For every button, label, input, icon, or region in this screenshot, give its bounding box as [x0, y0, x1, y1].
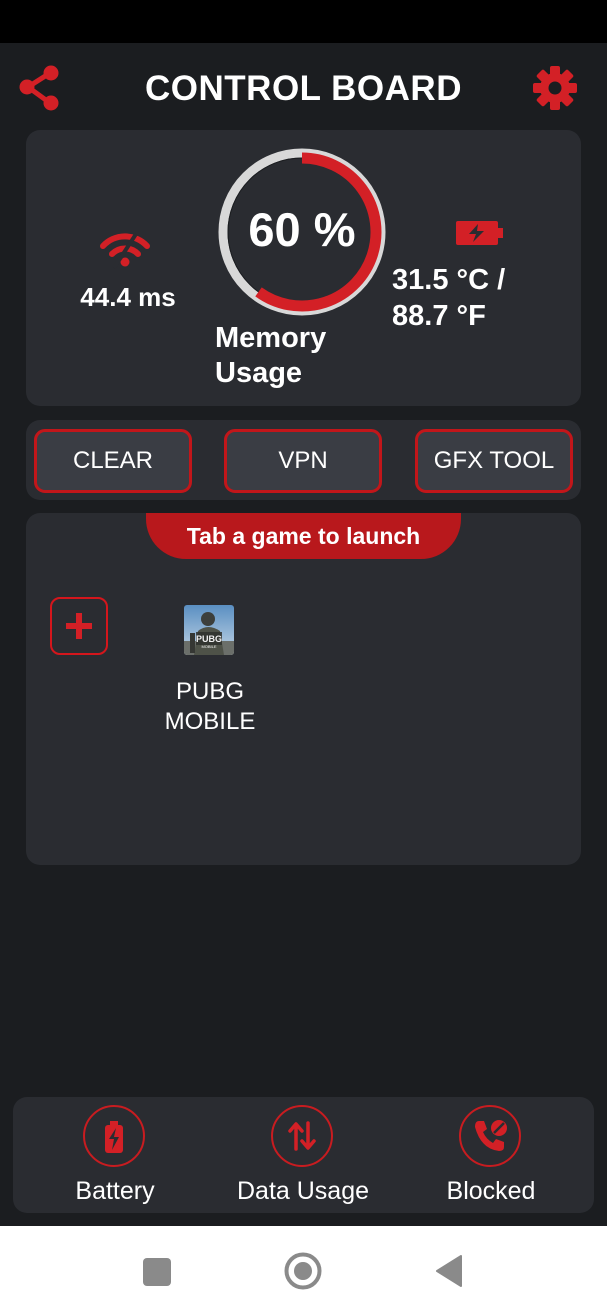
clear-button[interactable]: CLEAR: [34, 429, 192, 493]
data-nav-circle: [271, 1105, 333, 1167]
game-name-line1: PUBG: [175, 678, 244, 705]
nav-battery[interactable]: Battery: [25, 1105, 205, 1205]
blocked-nav-circle: [459, 1105, 521, 1167]
svg-text:PUBG: PUBG: [196, 634, 222, 644]
games-card: Tab a game to launch PUBG MOBILE PUBG MO…: [26, 513, 581, 865]
ping-value: 44.4 ms: [80, 282, 176, 312]
recent-apps-button[interactable]: [143, 1258, 171, 1286]
battery-nav-circle: [83, 1105, 145, 1167]
settings-button[interactable]: [532, 65, 578, 111]
wifi-off-icon: [100, 232, 150, 270]
battery-charging-icon: [105, 1121, 123, 1153]
ping-widget: [99, 230, 151, 270]
gear-icon: [533, 66, 577, 110]
add-game-button[interactable]: [50, 597, 108, 655]
app-header: CONTROL BOARD: [0, 43, 607, 133]
page-title: CONTROL BOARD: [145, 69, 462, 108]
vpn-button[interactable]: VPN: [224, 429, 382, 493]
home-button[interactable]: [284, 1252, 322, 1290]
game-name: PUBG MOBILE: [144, 677, 276, 737]
nav-battery-label: Battery: [75, 1177, 155, 1205]
game-icon: PUBG MOBILE: [184, 605, 234, 655]
memory-percent: 60 %: [248, 203, 356, 256]
temperature-widget: [456, 221, 504, 245]
stats-card: 44.4 ms 60 % Memory Usage 31.5 °C / 88.7…: [26, 130, 581, 406]
nav-blocked[interactable]: Blocked: [401, 1105, 581, 1205]
square-icon: [143, 1258, 171, 1286]
back-triangle-icon: [436, 1255, 462, 1287]
gfx-tool-button[interactable]: GFX TOOL: [415, 429, 573, 493]
game-name-line2: MOBILE: [164, 708, 256, 735]
blocked-call-icon: [475, 1120, 507, 1151]
svg-text:MOBILE: MOBILE: [201, 644, 216, 649]
back-button[interactable]: [435, 1254, 463, 1288]
home-circle-icon: [284, 1252, 322, 1290]
data-transfer-icon: [288, 1121, 316, 1151]
system-nav-bar: [0, 1226, 607, 1316]
actions-card: CLEAR VPN GFX TOOL: [26, 420, 581, 500]
temperature-fahrenheit: 88.7 °F: [392, 300, 486, 332]
memory-label: Memory Usage: [215, 322, 327, 389]
nav-blocked-label: Blocked: [446, 1177, 536, 1205]
bottom-nav: Battery Data Usage Blocked: [13, 1097, 594, 1213]
plus-icon: [66, 613, 92, 639]
status-bar: [0, 0, 607, 43]
temperature-celsius: 31.5 °C /: [392, 264, 506, 296]
battery-charging-icon: [456, 221, 503, 245]
game-tile[interactable]: PUBG MOBILE PUBG MOBILE: [144, 605, 276, 745]
nav-data-usage[interactable]: Data Usage: [213, 1105, 393, 1205]
nav-data-usage-label: Data Usage: [236, 1177, 370, 1205]
launch-banner: Tab a game to launch: [146, 513, 461, 559]
temperature-value: 31.5 °C / 88.7 °F: [392, 262, 572, 334]
